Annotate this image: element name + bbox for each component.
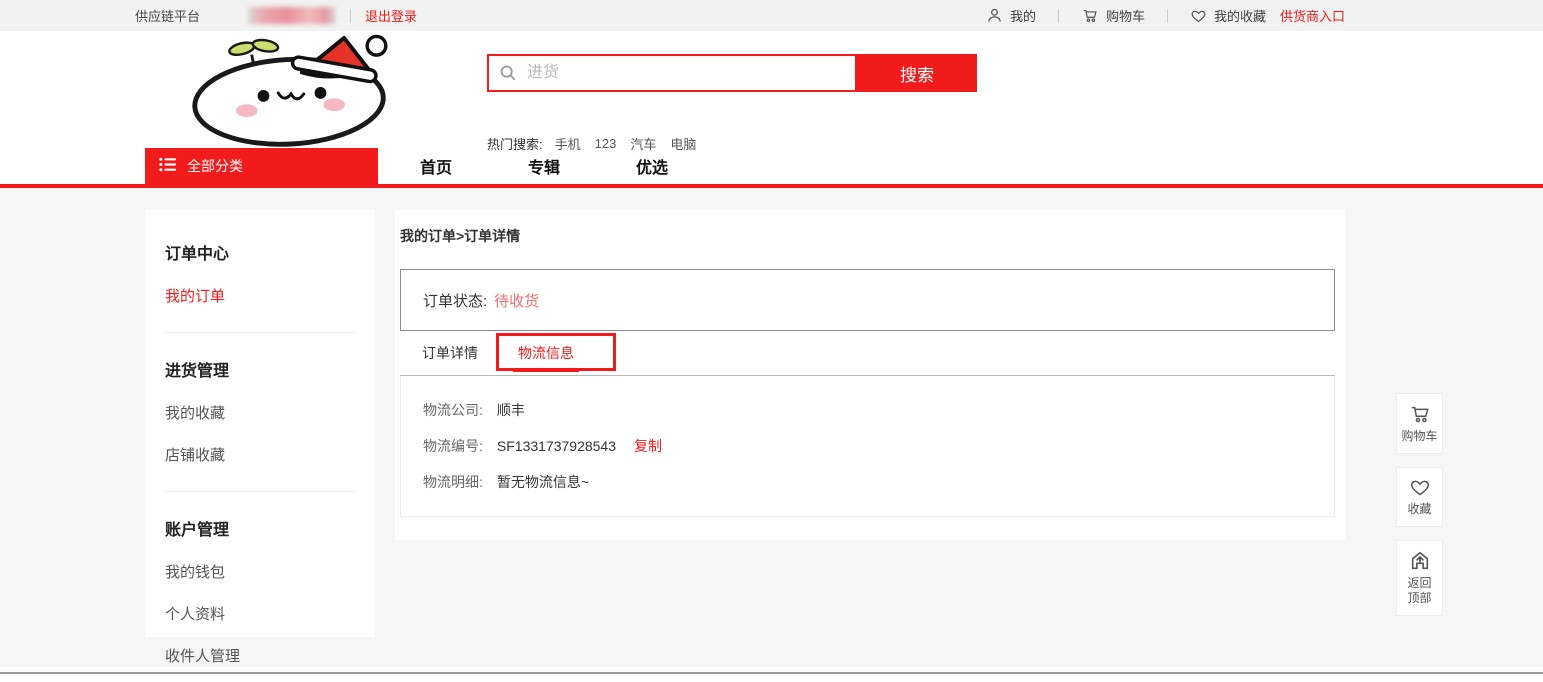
sidebar-section-account-management: 账户管理: [165, 516, 375, 540]
sidebar-section-purchase-management: 进货管理: [165, 357, 375, 381]
back-to-top-button[interactable]: 返回顶部: [1396, 540, 1443, 616]
topbar-favorites-label: 我的收藏: [1214, 6, 1266, 25]
username-redacted: [248, 7, 336, 24]
topbar-divider: [1058, 9, 1059, 23]
topbar: 供应链平台 退出登录 我的 购物车: [0, 0, 1543, 31]
hot-keyword[interactable]: 123: [595, 136, 617, 151]
list-icon: [159, 157, 177, 175]
hot-keyword[interactable]: 电脑: [670, 134, 696, 153]
hot-keyword[interactable]: 汽车: [630, 134, 656, 153]
sidebar-item-shop-favorites[interactable]: 店铺收藏: [165, 444, 375, 465]
header: 搜索 热门搜索: 手机 123 汽车 电脑: [0, 31, 1543, 148]
all-categories-label: 全部分类: [187, 156, 243, 176]
float-favorite-label: 收藏: [1407, 502, 1431, 517]
topbar-divider: [1167, 9, 1168, 23]
tab-logistics-info[interactable]: 物流信息: [518, 331, 574, 375]
sidebar-item-recipient-management[interactable]: 收件人管理: [165, 645, 375, 666]
topbar-left: 供应链平台 退出登录: [135, 6, 417, 25]
search-input[interactable]: [525, 63, 855, 83]
topbar-my-label: 我的: [1010, 6, 1036, 25]
logistics-company-label: 物流公司:: [423, 400, 483, 420]
footer: [0, 667, 1543, 682]
nav-link-album[interactable]: 专辑: [528, 154, 560, 178]
page-body: 订单中心 我的订单 进货管理 我的收藏 店铺收藏 账户管理 我的钱包 个人资料 …: [0, 188, 1543, 667]
topbar-divider: [350, 9, 351, 23]
navbar: 全部分类 首页 专辑 优选: [0, 148, 1543, 188]
logistics-number-row: 物流编号: SF1331737928543 复制: [423, 436, 1334, 456]
footer-divider: [0, 672, 1543, 674]
nav-links: 首页 专辑 优选: [420, 148, 668, 184]
heart-icon: [1408, 477, 1432, 498]
search-bar: 搜索: [487, 54, 977, 92]
topbar-favorites[interactable]: 我的收藏: [1190, 6, 1266, 25]
logistics-detail-value: 暂无物流信息~: [497, 472, 589, 492]
logistics-number-value: SF1331737928543: [497, 438, 616, 454]
hot-search: 热门搜索: 手机 123 汽车 电脑: [487, 134, 710, 153]
search-box: [487, 54, 857, 92]
logistics-detail-row: 物流明细: 暂无物流信息~: [423, 472, 1334, 492]
topbar-cart[interactable]: 购物车: [1081, 6, 1145, 25]
sidebar-item-my-orders[interactable]: 我的订单: [165, 285, 375, 306]
logistics-panel: 物流公司: 顺丰 物流编号: SF1331737928543 复制 物流明细: …: [400, 376, 1335, 517]
topbar-cart-label: 购物车: [1106, 6, 1145, 25]
cart-icon: [1408, 403, 1432, 425]
supplier-entry-link[interactable]: 供货商入口: [1280, 6, 1345, 25]
platform-title: 供应链平台: [135, 6, 200, 25]
float-favorite-button[interactable]: 收藏: [1396, 467, 1443, 527]
search-icon: [499, 64, 517, 82]
logout-link[interactable]: 退出登录: [365, 6, 417, 25]
all-categories-button[interactable]: 全部分类: [145, 148, 378, 184]
hot-keyword[interactable]: 手机: [555, 134, 581, 153]
logistics-company-row: 物流公司: 顺丰: [423, 400, 1334, 420]
sidebar-item-profile[interactable]: 个人资料: [165, 603, 375, 624]
topbar-right: 我的 购物车 我的收藏 供货商入口: [986, 6, 1345, 25]
heart-icon: [1190, 8, 1207, 24]
order-status-box: 订单状态: 待收货: [400, 269, 1335, 331]
user-icon: [986, 7, 1003, 24]
copy-button[interactable]: 复制: [634, 436, 662, 456]
float-cart-button[interactable]: 购物车: [1396, 393, 1443, 454]
breadcrumb: 我的订单>订单详情: [400, 226, 1335, 246]
back-to-top-icon: [1408, 550, 1432, 572]
nav-link-featured[interactable]: 优选: [636, 154, 668, 178]
order-status-value: 待收货: [494, 290, 539, 311]
order-status-label: 订单状态:: [423, 290, 487, 311]
sidebar-divider: [165, 332, 355, 333]
sidebar-section-order-center: 订单中心: [165, 240, 375, 264]
sidebar-divider: [165, 491, 355, 492]
site-logo[interactable]: [172, 33, 410, 152]
logistics-company-value: 顺丰: [497, 400, 525, 420]
cart-icon: [1081, 7, 1099, 24]
sidebar-item-my-wallet[interactable]: 我的钱包: [165, 561, 375, 582]
main-content: 我的订单>订单详情 订单状态: 待收货 订单详情 物流信息 物流公司: 顺丰 物…: [395, 210, 1345, 540]
float-cart-label: 购物车: [1401, 429, 1437, 444]
floating-toolbar: 购物车 收藏 返回顶部: [1396, 393, 1443, 629]
detail-tabs: 订单详情 物流信息: [400, 331, 1335, 376]
hot-search-label: 热门搜索:: [487, 134, 543, 153]
topbar-my[interactable]: 我的: [986, 6, 1036, 25]
search-button[interactable]: 搜索: [857, 54, 977, 92]
sidebar-item-my-favorites[interactable]: 我的收藏: [165, 402, 375, 423]
logistics-detail-label: 物流明细:: [423, 472, 483, 492]
sidebar: 订单中心 我的订单 进货管理 我的收藏 店铺收藏 账户管理 我的钱包 个人资料 …: [145, 210, 375, 637]
nav-link-home[interactable]: 首页: [420, 154, 452, 178]
logistics-number-label: 物流编号:: [423, 436, 483, 456]
tab-order-detail[interactable]: 订单详情: [422, 331, 478, 375]
mascot-santa-hat-logo: [172, 33, 410, 147]
back-to-top-label: 返回顶部: [1407, 576, 1433, 606]
